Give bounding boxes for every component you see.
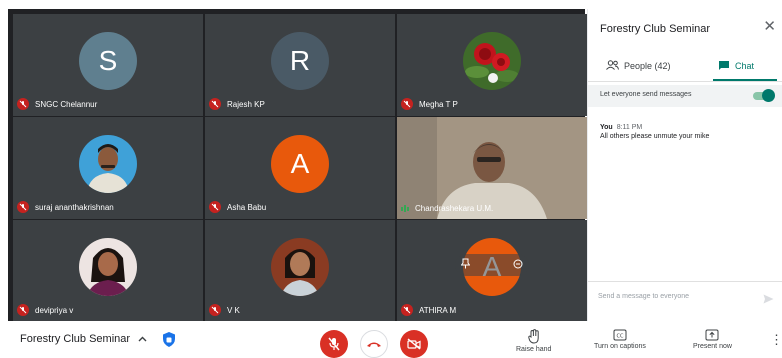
participant-nameplate: devipriya v — [17, 304, 73, 316]
present-now-button[interactable]: Present now — [693, 329, 732, 350]
captions-label: Turn on captions — [594, 343, 646, 350]
participant-nameplate: Asha Babu — [209, 201, 266, 213]
participant-tile[interactable]: R Rajesh KP — [205, 14, 395, 116]
participant-nameplate: suraj ananthakrishnan — [17, 201, 114, 213]
panel-title: Forestry Club Seminar — [600, 23, 711, 35]
participant-photo-vk — [271, 238, 329, 296]
more-options-icon[interactable]: ⋮ — [770, 333, 782, 346]
participant-name: devipriya v — [35, 305, 74, 315]
participant-nameplate: SNGC Chelannur — [17, 98, 97, 110]
divider — [588, 281, 782, 282]
hand-icon — [527, 329, 539, 344]
chat-permission-setting: Let everyone send messages — [588, 85, 782, 107]
raise-hand-label: Raise hand — [516, 346, 552, 353]
participant-nameplate: Megha T P — [401, 98, 458, 110]
participant-nameplate: Rajesh KP — [209, 98, 265, 110]
speaking-indicator-icon — [401, 205, 409, 212]
people-icon — [606, 60, 619, 72]
participant-name: Megha T P — [419, 99, 458, 109]
message-text: All others please unmute your mike — [600, 133, 710, 140]
pin-icon[interactable] — [460, 256, 471, 274]
tab-chat-label: Chat — [735, 61, 755, 71]
mic-off-icon — [17, 201, 29, 213]
participant-tile[interactable]: V K — [205, 220, 395, 322]
leave-call-button[interactable] — [360, 330, 388, 358]
video-grid: S SNGC Chelannur R Rajesh KP Megha T P s… — [8, 9, 587, 322]
participant-nameplate: ATHIRA M — [401, 304, 456, 316]
present-now-label: Present now — [693, 343, 732, 350]
send-icon[interactable] — [763, 291, 774, 309]
setting-label: Let everyone send messages — [600, 91, 692, 98]
participant-photo-roses — [463, 32, 521, 90]
participant-tile[interactable]: Megha T P — [397, 14, 587, 116]
mic-off-icon — [328, 337, 340, 351]
side-panel: Forestry Club Seminar ✕ People (42) Chat… — [587, 9, 782, 321]
participant-tile[interactable]: devipriya v — [13, 220, 203, 322]
remove-icon[interactable] — [513, 256, 523, 274]
participant-nameplate: Chandrashekara U.M. — [401, 204, 493, 213]
close-icon[interactable]: ✕ — [763, 19, 776, 34]
participant-name: Chandrashekara U.M. — [415, 204, 494, 213]
mic-off-icon — [17, 98, 29, 110]
divider — [588, 81, 782, 82]
tab-people[interactable]: People (42) — [606, 53, 671, 79]
participant-tile[interactable]: A ATHIRA M — [397, 220, 587, 322]
participant-name: SNGC Chelannur — [35, 99, 98, 109]
chat-icon — [718, 60, 730, 73]
toggle-knob — [762, 89, 775, 102]
participant-name: Asha Babu — [227, 202, 267, 212]
participant-name: V K — [227, 305, 240, 315]
tab-people-label: People (42) — [624, 61, 671, 71]
tab-chat[interactable]: Chat — [718, 53, 754, 79]
captions-button[interactable]: CC Turn on captions — [594, 329, 646, 350]
participant-name: suraj ananthakrishnan — [35, 202, 114, 212]
send-messages-toggle[interactable] — [753, 89, 775, 102]
participant-tile[interactable]: S SNGC Chelannur — [13, 14, 203, 116]
camera-off-button[interactable] — [400, 330, 428, 358]
chat-input[interactable]: Send a message to everyone — [598, 293, 689, 300]
bottom-toolbar: Forestry Club Seminar Raise hand CC Turn… — [0, 321, 782, 358]
participant-nameplate: V K — [209, 304, 240, 316]
mic-off-icon — [209, 304, 221, 316]
message-sender: You — [600, 124, 613, 131]
participant-video-tile[interactable]: Chandrashekara U.M. — [397, 117, 587, 219]
mic-off-icon — [401, 304, 413, 316]
meeting-title: Forestry Club Seminar — [20, 333, 131, 345]
chat-message-header: You 8:11 PM — [600, 124, 642, 131]
participant-avatar: R — [271, 32, 329, 90]
message-time: 8:11 PM — [616, 124, 643, 131]
mic-off-icon — [209, 201, 221, 213]
top-strip — [0, 0, 782, 9]
mic-off-button[interactable] — [320, 330, 348, 358]
camera-off-icon — [407, 338, 421, 350]
participant-avatar: S — [79, 32, 137, 90]
hang-up-icon — [367, 342, 381, 347]
participant-avatar: A — [271, 135, 329, 193]
participant-photo-devipriya — [79, 238, 137, 296]
mic-off-icon — [209, 98, 221, 110]
svg-text:CC: CC — [616, 334, 623, 340]
participant-name: Rajesh KP — [227, 99, 265, 109]
mic-off-icon — [401, 98, 413, 110]
mic-off-icon — [17, 304, 29, 316]
raise-hand-button[interactable]: Raise hand — [516, 329, 551, 353]
participant-photo-suraj — [79, 135, 137, 193]
tile-hover-controls — [455, 254, 529, 276]
participant-tile[interactable]: A Asha Babu — [205, 117, 395, 219]
meeting-details-button[interactable]: Forestry Club Seminar — [20, 333, 147, 345]
chevron-up-icon — [138, 333, 147, 345]
shield-icon[interactable] — [162, 331, 176, 353]
present-screen-icon — [705, 329, 719, 341]
participant-tile[interactable]: suraj ananthakrishnan — [13, 117, 203, 219]
meet-window: S SNGC Chelannur R Rajesh KP Megha T P s… — [0, 0, 782, 358]
closed-captions-icon: CC — [613, 329, 627, 341]
participant-name: ATHIRA M — [419, 305, 457, 315]
